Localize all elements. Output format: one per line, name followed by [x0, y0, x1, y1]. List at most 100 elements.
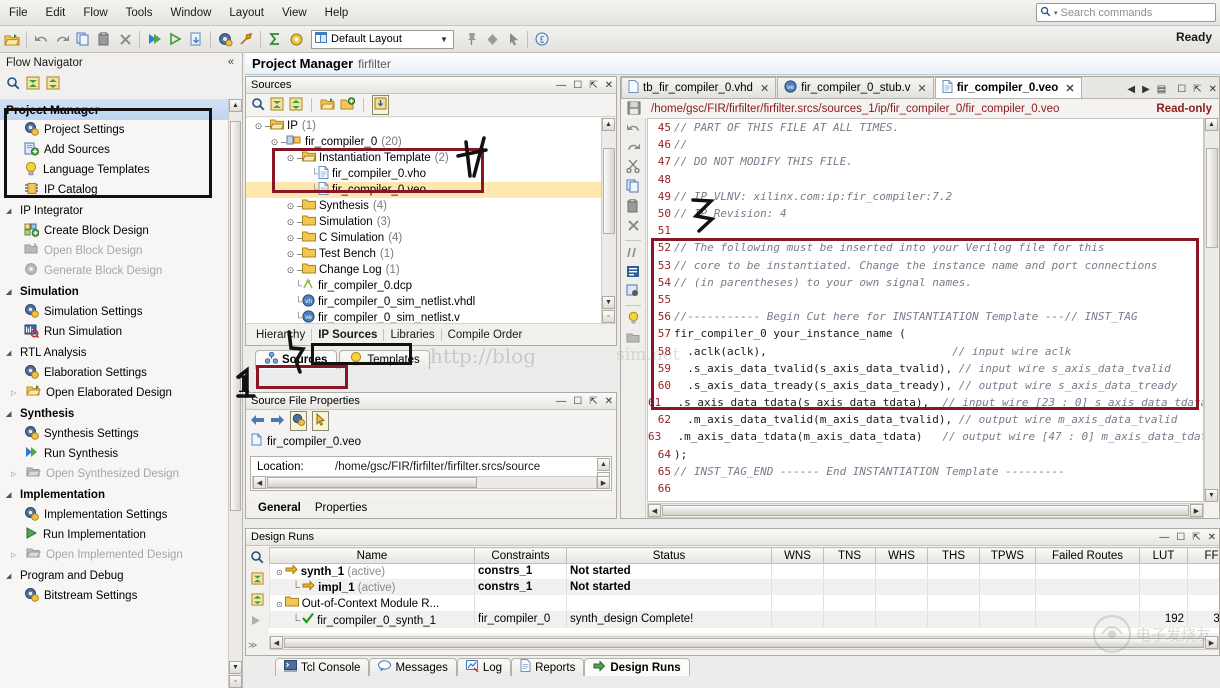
flow-group-synthesis[interactable]: ◢Synthesis	[0, 403, 228, 424]
tree-node-simulation[interactable]: ⊙Simulation(3)	[246, 214, 601, 230]
search-commands-box[interactable]: ▾ Search commands	[1036, 3, 1216, 22]
flow-item-open-implemented-design[interactable]: ▷Open Implemented Design	[0, 545, 228, 565]
menu-item-file[interactable]: File	[0, 5, 37, 21]
scrollbar-thumb[interactable]	[662, 505, 1189, 516]
bottom-tab-reports[interactable]: Reports	[511, 658, 584, 676]
sources-tab-ip-sources[interactable]: IP Sources	[312, 327, 383, 343]
expand-all-icon[interactable]	[289, 97, 303, 114]
menu-item-window[interactable]: Window	[162, 5, 221, 21]
expand-triangle-icon[interactable]: ▷	[11, 551, 19, 559]
tree-node-test-bench[interactable]: ⊙Test Bench(1)	[246, 246, 601, 262]
chevron-down-icon[interactable]: ▾	[1054, 9, 1058, 17]
delete-icon[interactable]	[627, 219, 640, 235]
search-icon[interactable]	[6, 76, 20, 93]
flow-group-rtl-analysis[interactable]: ◢RTL Analysis	[0, 342, 228, 363]
design-runs-body[interactable]: ⊙synth_1 (active)constrs_1Not started└im…	[270, 564, 1220, 634]
bottom-tab-design-runs[interactable]: Design Runs	[584, 658, 689, 676]
flow-group-simulation[interactable]: ◢Simulation	[0, 281, 228, 302]
tree-node-c-simulation[interactable]: ⊙C Simulation(4)	[246, 230, 601, 246]
expand-all-icon[interactable]	[46, 76, 60, 93]
sources-tab-compile-order[interactable]: Compile Order	[442, 327, 529, 343]
flow-item-run-synthesis[interactable]: Run Synthesis	[0, 444, 228, 464]
sources-view-tabs[interactable]: HierarchyIP SourcesLibrariesCompile Orde…	[246, 323, 616, 345]
tree-expander-icon[interactable]: ⊙	[284, 249, 297, 260]
sfp-tab-general[interactable]: General	[251, 500, 308, 516]
undo-icon[interactable]	[626, 121, 641, 137]
lightbulb-icon[interactable]	[627, 311, 640, 328]
flow-item-open-elaborated-design[interactable]: ▷Open Elaborated Design	[0, 383, 228, 403]
editor-tab-fir-compiler-0-stub-v[interactable]: vefir_compiler_0_stub.v✕	[777, 77, 934, 98]
tree-expander-icon[interactable]: ⊙	[284, 153, 297, 164]
menu-item-help[interactable]: Help	[316, 5, 358, 21]
flow-navigator-scrollbar[interactable]: ▲ ▼ ▫	[228, 99, 242, 688]
column-header-name[interactable]: Name	[270, 548, 475, 564]
design-runs-header-row[interactable]: NameConstraintsStatusWNSTNSWHSTHSTPWSFai…	[270, 548, 1220, 564]
tools-wrench-icon[interactable]	[236, 29, 256, 49]
flow-item-add-sources[interactable]: Add Sources	[0, 140, 228, 160]
flow-item-open-block-design[interactable]: Open Block Design	[0, 241, 228, 261]
flow-item-simulation-settings[interactable]: Simulation Settings	[0, 302, 228, 322]
sfp-tabs[interactable]: GeneralProperties	[246, 498, 616, 518]
redo-icon[interactable]	[52, 29, 72, 49]
flow-item-generate-block-design[interactable]: Generate Block Design	[0, 261, 228, 281]
sources-tree[interactable]: ⊙IP(1)⊙fir_compiler_0(20)⊙Instantiation …	[246, 118, 601, 323]
add-sources-icon[interactable]	[340, 97, 355, 114]
scroll-left-icon[interactable]: ◀	[253, 476, 266, 489]
scroll-down-icon[interactable]: ▼	[229, 661, 242, 674]
tree-node-fir-compiler-0-sim-netlist-vhdl[interactable]: └vhfir_compiler_0_sim_netlist.vhdl	[246, 294, 601, 310]
next-tab-icon[interactable]: ▶	[1142, 84, 1150, 95]
tree-expander-icon[interactable]: ⊙	[276, 568, 283, 577]
flow-item-project-settings[interactable]: Project Settings	[0, 120, 228, 140]
select-cursor-icon[interactable]	[312, 411, 329, 431]
flow-item-synthesis-settings[interactable]: Synthesis Settings	[0, 424, 228, 444]
flow-item-create-block-design[interactable]: Create Block Design	[0, 221, 228, 241]
sources-tab-hierarchy[interactable]: Hierarchy	[250, 327, 311, 343]
copy-icon[interactable]	[626, 179, 640, 196]
sources-hierarchy-icon[interactable]	[372, 95, 389, 115]
scroll-up-icon[interactable]: ▲	[597, 458, 610, 471]
open-folder-icon[interactable]	[320, 97, 335, 114]
editor-vertical-scrollbar[interactable]: ▲ ▼	[1204, 118, 1219, 502]
tree-expander-icon[interactable]: ⊙	[284, 217, 297, 228]
run-name-cell[interactable]: ⊙Out-of-Context Module R...	[270, 595, 475, 612]
flow-item-implementation-settings[interactable]: Implementation Settings	[0, 505, 228, 525]
comment-icon[interactable]	[626, 246, 640, 262]
flow-group-ip-integrator[interactable]: ◢IP Integrator	[0, 200, 228, 221]
float-icon[interactable]: ⇱	[1192, 532, 1200, 543]
flow-item-run-simulation[interactable]: Run Simulation	[0, 322, 228, 342]
tree-node-fir-compiler-0-dcp[interactable]: └fir_compiler_0.dcp	[246, 278, 601, 294]
run-name-cell[interactable]: └fir_compiler_0_synth_1	[270, 611, 475, 628]
generate-bitstream-icon[interactable]	[186, 29, 206, 49]
scroll-page-icon[interactable]: ▫	[602, 310, 615, 323]
tree-node-change-log[interactable]: ⊙Change Log(1)	[246, 262, 601, 278]
scroll-page-icon[interactable]: ▫	[229, 675, 242, 688]
tree-expander-icon[interactable]: ⊙	[284, 233, 297, 244]
editor-horizontal-scrollbar[interactable]: ◀ ▶	[647, 503, 1204, 518]
search-icon[interactable]	[250, 550, 264, 567]
editor-tab-tb-fir-compiler-0-vhd[interactable]: tb_fir_compiler_0.vhd✕	[621, 77, 776, 98]
tab-list-icon[interactable]: ▤	[1157, 84, 1166, 95]
launch-runs-icon[interactable]	[250, 614, 264, 630]
maximize-icon[interactable]: ☐	[573, 396, 582, 407]
indent-icon[interactable]	[626, 265, 640, 281]
search-icon[interactable]	[251, 97, 265, 114]
sfp-horizontal-scrollbar[interactable]: ◀ ▶	[252, 476, 597, 489]
forward-arrow-icon[interactable]	[270, 414, 285, 429]
expand-triangle-icon[interactable]: ◢	[6, 572, 14, 580]
pin-icon[interactable]	[461, 29, 481, 49]
sfp-tab-properties[interactable]: Properties	[308, 500, 374, 516]
expand-triangle-icon[interactable]: ◢	[6, 491, 14, 499]
undo-icon[interactable]	[31, 29, 51, 49]
menu-item-edit[interactable]: Edit	[37, 5, 75, 21]
back-arrow-icon[interactable]	[250, 414, 265, 429]
tree-expander-icon[interactable]: ⊙	[268, 137, 281, 148]
settings-gear-icon[interactable]	[286, 29, 306, 49]
table-row[interactable]: └impl_1 (active)constrs_1Not started	[270, 579, 1220, 595]
expand-triangle-icon[interactable]: ▷	[11, 470, 19, 478]
expand-triangle-icon[interactable]: ◢	[6, 207, 14, 215]
run-name-cell[interactable]: ⊙synth_1 (active)	[270, 564, 475, 580]
scrollbar-thumb[interactable]	[603, 148, 615, 234]
collapse-panel-icon[interactable]: «	[228, 56, 234, 68]
cut-icon[interactable]	[626, 159, 640, 176]
code-text-area[interactable]: 45// PART OF THIS FILE AT ALL TIMES.46//…	[647, 118, 1204, 502]
